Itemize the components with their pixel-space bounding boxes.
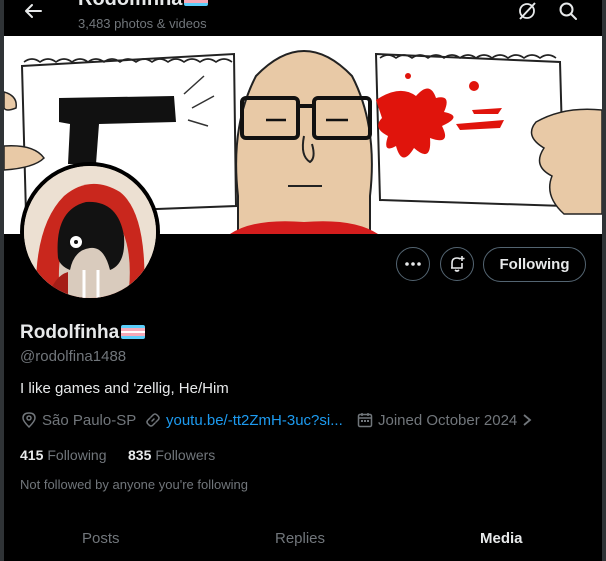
following-stat[interactable]: 415 Following bbox=[20, 447, 107, 463]
following-label: Following bbox=[47, 447, 107, 463]
followers-count: 835 bbox=[128, 447, 152, 463]
tab-posts[interactable]: Posts bbox=[82, 530, 120, 547]
window-frame-right bbox=[602, 0, 606, 561]
followers-label: Followers bbox=[155, 447, 216, 463]
followed-by-note: Not followed by anyone you're following bbox=[20, 477, 248, 492]
location-text: São Paulo-SP bbox=[42, 411, 137, 429]
tab-replies[interactable]: Replies bbox=[275, 530, 325, 547]
profile-header-bar: Rodolfinha 3,483 photos & videos bbox=[4, 0, 602, 36]
joined-text: Joined October 2024 bbox=[378, 411, 518, 429]
chevron-right-icon[interactable] bbox=[521, 413, 533, 427]
location-pin-icon bbox=[22, 412, 36, 429]
following-count: 415 bbox=[20, 447, 44, 463]
username-handle: @rodolfina1488 bbox=[20, 348, 127, 365]
followers-stat[interactable]: 835 Followers bbox=[128, 447, 215, 463]
website-item: youtu.be/-tt2ZmH-3uc?si... bbox=[144, 411, 343, 429]
tab-media[interactable]: Media bbox=[480, 530, 523, 547]
grok-icon bbox=[519, 2, 536, 20]
header-media-count: 3,483 photos & videos bbox=[78, 16, 207, 31]
search-button[interactable] bbox=[555, 0, 581, 24]
grok-button[interactable] bbox=[514, 0, 540, 24]
header-name-text: Rodolfinha bbox=[78, 0, 182, 10]
back-button[interactable] bbox=[20, 0, 46, 24]
website-link[interactable]: youtu.be/-tt2ZmH-3uc?si... bbox=[166, 412, 343, 429]
display-name: Rodolfinha bbox=[20, 322, 146, 344]
profile-bio: I like games and 'zellig, He/Him bbox=[20, 380, 229, 397]
header-name: Rodolfinha bbox=[78, 0, 209, 11]
arrow-left-icon bbox=[25, 4, 42, 18]
bell-plus-icon bbox=[451, 256, 465, 272]
more-button[interactable] bbox=[396, 247, 430, 281]
trans-flag-icon bbox=[121, 325, 146, 339]
location-item: São Paulo-SP bbox=[20, 411, 136, 429]
trans-flag-icon bbox=[184, 0, 209, 6]
notifications-button[interactable] bbox=[440, 247, 474, 281]
following-button[interactable]: Following bbox=[483, 247, 586, 282]
search-icon bbox=[559, 2, 577, 20]
link-icon bbox=[146, 413, 160, 427]
display-name-text: Rodolfinha bbox=[20, 322, 120, 343]
avatar[interactable] bbox=[20, 162, 160, 302]
more-icon bbox=[405, 262, 421, 266]
joined-item: Joined October 2024 bbox=[356, 411, 533, 429]
calendar-icon bbox=[357, 413, 373, 428]
